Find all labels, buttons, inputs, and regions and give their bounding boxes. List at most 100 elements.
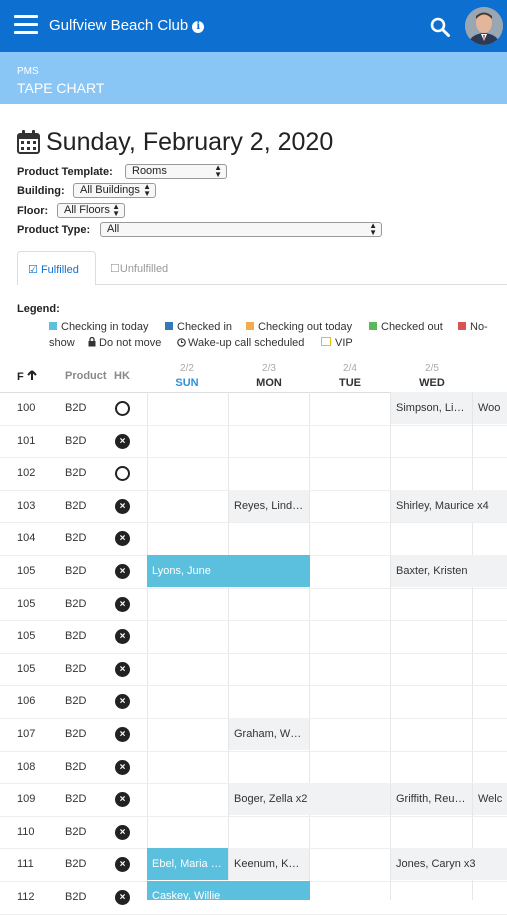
product-code: B2D bbox=[65, 793, 87, 805]
room-number[interactable]: 106 bbox=[17, 695, 35, 707]
reservation-bar[interactable]: Boger, Zella x2 bbox=[229, 783, 390, 815]
reservation-bar[interactable]: Caskey, Willie bbox=[147, 881, 310, 900]
hk-dirty-icon[interactable]: × bbox=[115, 694, 130, 709]
legend-do-not-move: Do not move bbox=[88, 336, 161, 349]
product-template-value: Rooms bbox=[132, 165, 167, 177]
room-number[interactable]: 102 bbox=[17, 467, 35, 479]
product-code: B2D bbox=[65, 402, 87, 414]
room-number[interactable]: 101 bbox=[17, 435, 35, 447]
hk-dirty-icon[interactable]: × bbox=[115, 890, 130, 905]
hamburger-menu-icon[interactable] bbox=[14, 15, 38, 35]
hk-dirty-icon[interactable]: × bbox=[115, 662, 130, 677]
room-number[interactable]: 103 bbox=[17, 500, 35, 512]
reservation-bar[interactable]: Shirley, Maurice x4 bbox=[391, 490, 507, 522]
select-arrows-icon: ▲ ▼ bbox=[112, 202, 120, 218]
room-number[interactable]: 105 bbox=[17, 663, 35, 675]
hk-dirty-icon[interactable]: × bbox=[115, 434, 130, 449]
reservation-bar[interactable]: Keenum, K… bbox=[229, 848, 309, 880]
hk-dirty-icon[interactable]: × bbox=[115, 825, 130, 840]
legend-checking-in: Checking in today bbox=[49, 321, 148, 333]
room-number[interactable]: 105 bbox=[17, 630, 35, 642]
reservation-bar[interactable]: Reyes, Lind… bbox=[229, 490, 309, 522]
product-code: B2D bbox=[65, 761, 87, 773]
room-number[interactable]: 104 bbox=[17, 532, 35, 544]
hk-clean-icon[interactable] bbox=[115, 466, 130, 481]
legend-vip-label: VIP bbox=[335, 337, 353, 349]
top-navbar: Gulfview Beach Club i bbox=[0, 0, 507, 52]
grid-line bbox=[309, 392, 310, 900]
search-icon[interactable] bbox=[430, 17, 450, 37]
room-number[interactable]: 108 bbox=[17, 761, 35, 773]
grid-line bbox=[472, 392, 473, 900]
floor-column-header[interactable]: F bbox=[17, 370, 37, 383]
reservation-bar[interactable]: Welc bbox=[473, 783, 507, 815]
building-label: Building: bbox=[17, 185, 65, 197]
product-template-label: Product Template: bbox=[17, 166, 113, 178]
hk-dirty-icon[interactable]: × bbox=[115, 531, 130, 546]
tab-fulfilled-label: Fulfilled bbox=[40, 264, 79, 276]
legend-no-show: No- bbox=[458, 321, 488, 333]
reservation-bar[interactable]: Ebel, Maria … bbox=[147, 848, 228, 880]
select-arrows-icon: ▲ ▼ bbox=[214, 163, 222, 179]
product-code: B2D bbox=[65, 891, 87, 903]
reservation-bar[interactable]: Lyons, June bbox=[147, 555, 310, 587]
room-number[interactable]: 100 bbox=[17, 402, 35, 414]
product-code: B2D bbox=[65, 858, 87, 870]
reservation-bar[interactable]: Jones, Caryn x3 bbox=[391, 848, 507, 880]
product-code: B2D bbox=[65, 532, 87, 544]
product-code: B2D bbox=[65, 630, 87, 642]
floor-select[interactable]: All Floors ▲ ▼ bbox=[57, 203, 125, 218]
hk-dirty-icon[interactable]: × bbox=[115, 727, 130, 742]
select-arrows-icon: ▲ ▼ bbox=[143, 182, 151, 198]
row-divider bbox=[0, 588, 507, 589]
day-date: 2/3 bbox=[262, 363, 276, 374]
floor-label: Floor: bbox=[17, 205, 49, 217]
hk-dirty-icon[interactable]: × bbox=[115, 760, 130, 775]
day-name-mon[interactable]: MON bbox=[239, 377, 299, 389]
day-date: 2/5 bbox=[425, 363, 439, 374]
row-divider bbox=[0, 751, 507, 752]
avatar[interactable] bbox=[465, 7, 503, 45]
reservation-bar[interactable]: Griffith, Reu… bbox=[391, 783, 472, 815]
day-date: 2/2 bbox=[180, 363, 194, 374]
legend-wakeup: Wake-up call scheduled bbox=[177, 337, 304, 349]
hk-dirty-icon[interactable]: × bbox=[115, 564, 130, 579]
row-divider bbox=[0, 685, 507, 686]
building-select[interactable]: All Buildings ▲ ▼ bbox=[73, 183, 156, 198]
day-name-tue[interactable]: TUE bbox=[320, 377, 380, 389]
hk-dirty-icon[interactable]: × bbox=[115, 629, 130, 644]
product-template-select[interactable]: Rooms ▲ ▼ bbox=[125, 164, 227, 179]
app-title[interactable]: Gulfview Beach Club i bbox=[49, 17, 205, 34]
day-name-sun[interactable]: SUN bbox=[157, 377, 217, 389]
room-number[interactable]: 105 bbox=[17, 565, 35, 577]
hk-dirty-icon[interactable]: × bbox=[115, 597, 130, 612]
product-column-header[interactable]: Product bbox=[65, 370, 107, 382]
app-title-text: Gulfview Beach Club bbox=[49, 17, 189, 34]
product-type-select[interactable]: All ▲ ▼ bbox=[100, 222, 382, 237]
reservation-bar[interactable]: Graham, W… bbox=[229, 718, 309, 750]
info-icon[interactable]: i bbox=[192, 21, 205, 33]
product-code: B2D bbox=[65, 435, 87, 447]
day-name-wed[interactable]: WED bbox=[402, 377, 462, 389]
tab-unfulfilled[interactable]: ☐Unfulfilled bbox=[110, 262, 168, 275]
hk-dirty-icon[interactable]: × bbox=[115, 499, 130, 514]
calendar-icon bbox=[17, 130, 40, 154]
room-number[interactable]: 111 bbox=[17, 858, 34, 870]
room-number[interactable]: 110 bbox=[17, 826, 35, 838]
reservation-bar[interactable]: Simpson, Li… bbox=[391, 392, 472, 424]
reservation-bar[interactable]: Woo bbox=[473, 392, 507, 424]
room-number[interactable]: 107 bbox=[17, 728, 35, 740]
legend-vip: VIP bbox=[321, 337, 353, 349]
room-number[interactable]: 105 bbox=[17, 598, 35, 610]
breadcrumb[interactable]: PMS bbox=[17, 66, 39, 77]
tab-fulfilled[interactable]: ☑ Fulfilled bbox=[17, 251, 96, 285]
hk-dirty-icon[interactable]: × bbox=[115, 857, 130, 872]
legend-title: Legend: bbox=[17, 303, 60, 315]
hk-clean-icon[interactable] bbox=[115, 401, 130, 416]
room-number[interactable]: 109 bbox=[17, 793, 35, 805]
legend-checking-out: Checking out today bbox=[246, 321, 352, 333]
hk-dirty-icon[interactable]: × bbox=[115, 792, 130, 807]
reservation-bar[interactable]: Baxter, Kristen bbox=[391, 555, 507, 587]
hk-column-header[interactable]: HK bbox=[114, 370, 130, 382]
room-number[interactable]: 112 bbox=[17, 891, 35, 903]
